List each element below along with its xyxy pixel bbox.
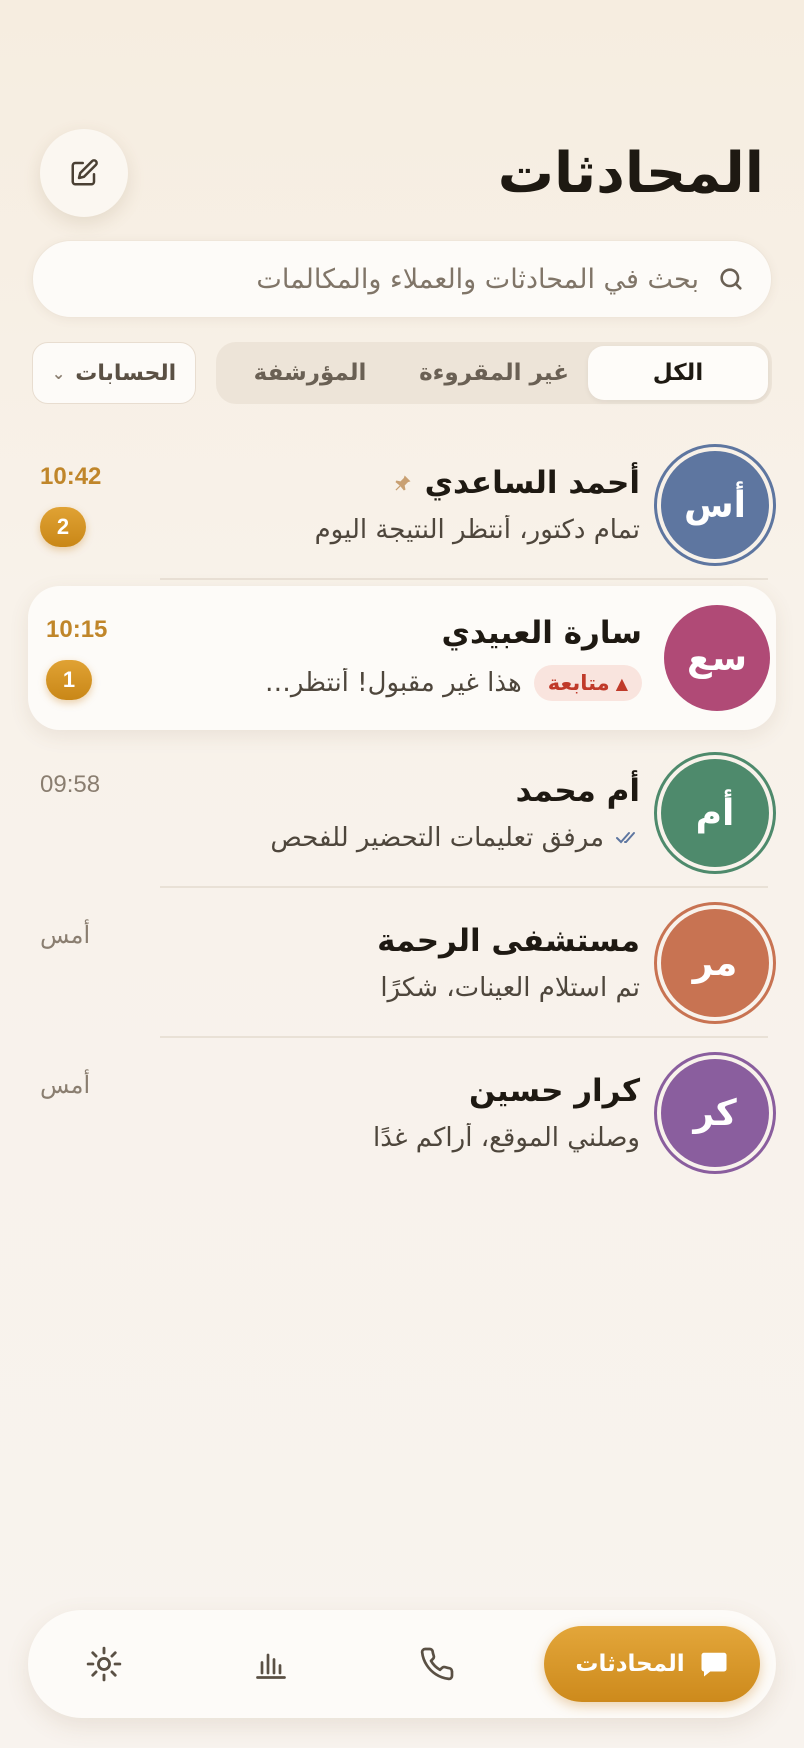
bottom-nav: المحادثات [28,1610,776,1718]
conversation-item-selected[interactable]: سع سارة العبيدي ▲ متابعة هذا غير مقبول! … [28,586,776,730]
message-preview: وصلني الموقع، أراكم غدًا [373,1123,640,1153]
conversation-body: أم محمد مرفق تعليمات التحضير للفحص [150,773,640,853]
chevron-down-icon: ⌄ [51,363,66,383]
chart-icon [255,1653,286,1679]
conversation-list: أس أحمد الساعدي تمام دكتور، أنتظر النتيج… [28,430,776,1188]
nav-chats-button[interactable]: المحادثات [544,1626,760,1702]
contact-name: سارة العبيدي [441,615,642,651]
header: المحادثات [40,128,765,218]
avatar: كر [661,1059,769,1167]
contact-name: كرار حسين [468,1073,640,1109]
conversation-body: مستشفى الرحمة تم استلام العينات، شكرًا [150,923,640,1003]
timestamp: 09:58 [40,771,101,798]
filter-bar: الكل غير المقروءة المؤرشفة الحسابات ⌄ [32,342,772,404]
conversation-meta: أمس [40,888,150,1038]
avatar: أم [661,759,769,867]
settings-icon [86,1646,122,1682]
conversation-item[interactable]: أس أحمد الساعدي تمام دكتور، أنتظر النتيج… [28,430,776,580]
message-preview: تم استلام العينات، شكرًا [380,973,640,1003]
nav-settings-button[interactable] [44,1626,164,1702]
double-check-icon [616,832,635,844]
avatar-ring: كر [654,1052,776,1174]
search-input[interactable]: بحث في المحادثات والعملاء والمكالمات [32,240,772,318]
conversation-item[interactable]: كر كرار حسين وصلني الموقع، أراكم غدًا أم… [28,1038,776,1188]
edit-icon [71,159,98,186]
search-placeholder: بحث في المحادثات والعملاء والمكالمات [256,263,699,295]
unread-badge: 2 [40,507,86,547]
avatar-ring: مر [654,902,776,1024]
contact-name: أحمد الساعدي [424,465,640,501]
conversation-meta: 10:15 1 [40,586,150,730]
conversation-body: كرار حسين وصلني الموقع، أراكم غدًا [150,1073,640,1153]
avatar: مر [661,909,769,1017]
nav-stats-button[interactable] [211,1626,331,1702]
avatar-ring: أس [654,444,776,566]
tab-unread[interactable]: غير المقروءة [404,346,584,400]
avatar: سع [664,605,770,711]
conversation-item[interactable]: مر مستشفى الرحمة تم استلام العينات، شكرً… [28,888,776,1038]
message-preview: هذا غير مقبول! أنتظر… [264,668,522,698]
conversation-item[interactable]: أم أم محمد مرفق تعليمات التحضير للفحص 09… [28,738,776,888]
tab-archived[interactable]: المؤرشفة [220,346,400,400]
conversation-body: سارة العبيدي ▲ متابعة هذا غير مقبول! أنت… [150,615,642,701]
page-title: المحادثات [497,140,765,206]
accounts-dropdown[interactable]: الحسابات ⌄ [32,342,196,404]
compose-button[interactable] [40,129,128,217]
tag-label: متابعة [547,671,610,695]
chat-icon [701,1652,727,1677]
nav-calls-button[interactable] [377,1626,497,1702]
conversation-meta: 09:58 [40,738,150,888]
avatar: أس [661,451,769,559]
timestamp: 10:15 [46,616,108,643]
message-preview: تمام دكتور، أنتظر النتيجة اليوم [314,515,640,545]
contact-name: أم محمد [515,773,640,809]
conversation-body: أحمد الساعدي تمام دكتور، أنتظر النتيجة ا… [150,465,640,545]
nav-chats-label: المحادثات [575,1651,685,1677]
avatar-ring: أم [654,752,776,874]
timestamp: أمس [40,921,91,949]
conversation-meta: أمس [40,1038,150,1188]
timestamp: 10:42 [40,463,102,490]
accounts-label: الحسابات [75,360,177,386]
follow-up-tag: ▲ متابعة [533,665,642,701]
tab-all[interactable]: الكل [588,346,768,400]
search-icon [720,268,742,290]
alert-triangle-icon: ▲ [615,673,628,693]
message-preview: مرفق تعليمات التحضير للفحص [270,823,604,853]
pin-icon [395,475,411,491]
unread-badge: 1 [46,660,92,700]
contact-name: مستشفى الرحمة [377,923,640,959]
timestamp: أمس [40,1071,91,1099]
phone-icon [421,1647,454,1681]
filter-tabs: الكل غير المقروءة المؤرشفة [216,342,772,404]
conversation-meta: 10:42 2 [40,430,150,580]
